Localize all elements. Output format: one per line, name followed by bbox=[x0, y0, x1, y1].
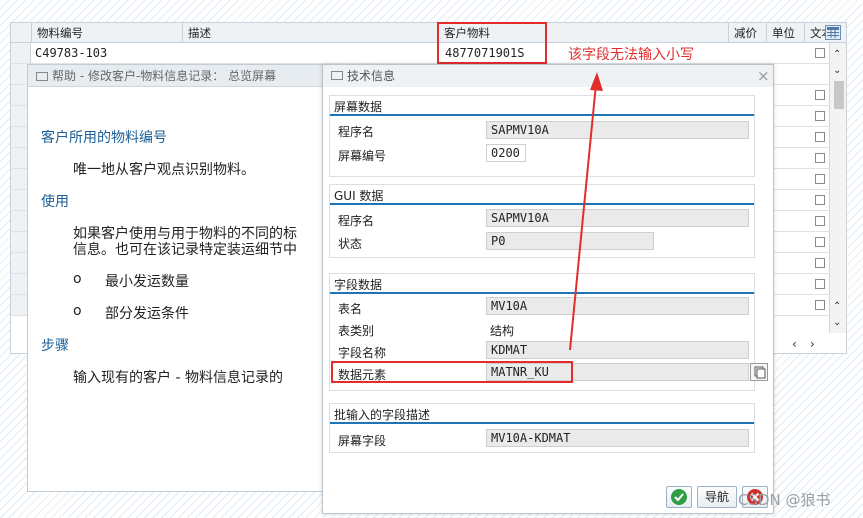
annotation-arrow bbox=[569, 72, 603, 351]
watermark: CSDN @狼书 bbox=[738, 491, 831, 509]
annotation-text: 该字段无法输入小写 bbox=[568, 47, 694, 63]
